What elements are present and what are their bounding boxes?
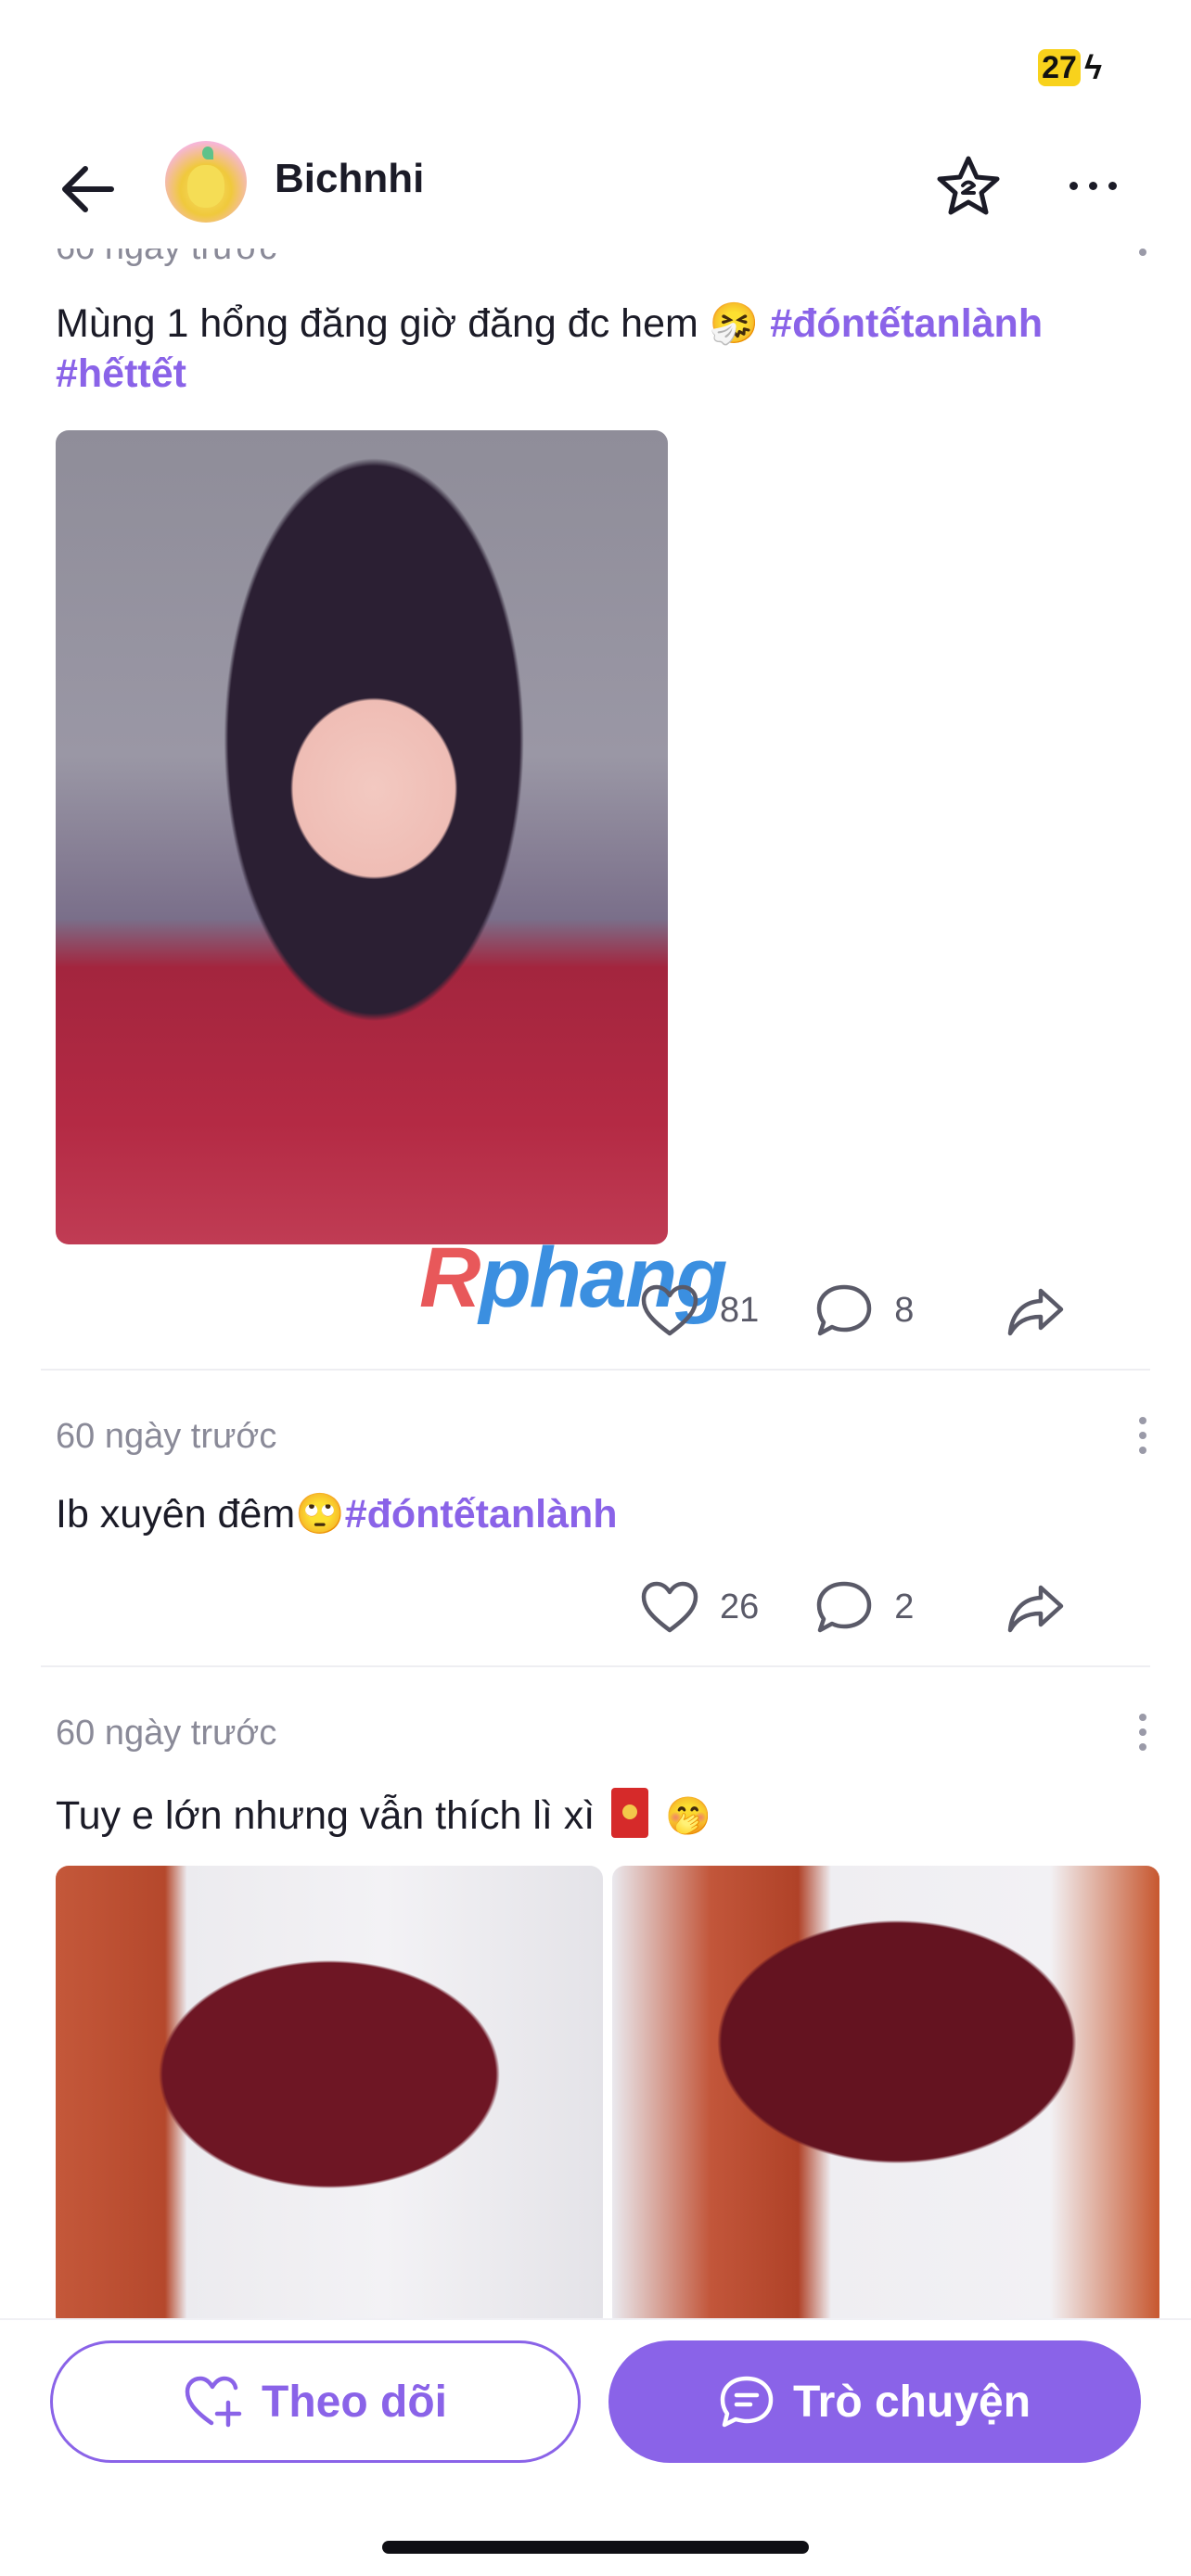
post-time: 60 ngày trước — [56, 1714, 277, 1753]
username[interactable]: Bichnhi — [275, 156, 424, 202]
chat-icon — [720, 2376, 774, 2428]
follow-label: Theo dõi — [262, 2377, 447, 2427]
battery-indicator: 27 ϟ — [1038, 48, 1102, 87]
hashtag[interactable]: #hếttết — [56, 351, 186, 396]
post-actions: 26 2 — [640, 1575, 1067, 1639]
post-text: Tuy e lớn nhưng vẫn thích lì xì 🤭 — [56, 1788, 1141, 1842]
comment-count: 8 — [894, 1290, 915, 1330]
post-actions: 81 8 — [640, 1278, 1067, 1343]
star-icon — [937, 156, 1000, 215]
battery-level: 27 — [1038, 49, 1081, 86]
heart-icon — [641, 1581, 698, 1633]
kebab-dot — [1139, 1714, 1146, 1721]
avatar-face — [187, 165, 224, 208]
post-photo[interactable] — [612, 1866, 1159, 2329]
divider — [41, 1369, 1150, 1371]
share-button[interactable] — [1005, 1582, 1067, 1639]
more-button[interactable] — [1056, 148, 1130, 223]
charging-icon: ϟ — [1083, 48, 1102, 86]
back-button[interactable] — [50, 152, 124, 226]
heart-icon — [641, 1284, 698, 1336]
kebab-dot — [1139, 1447, 1146, 1454]
avatar[interactable] — [165, 141, 247, 223]
post-time: 60 ngày trước — [56, 1417, 277, 1456]
comment-count: 2 — [894, 1587, 915, 1626]
like-count: 81 — [720, 1290, 760, 1330]
post-menu-dot[interactable] — [1139, 249, 1146, 256]
avatar-leaf — [202, 147, 213, 159]
bottom-action-bar: Theo dõi Trò chuyện — [0, 2318, 1191, 2576]
more-icon-dot — [1088, 181, 1097, 190]
watermark-r: R — [419, 1231, 480, 1325]
comment-button[interactable]: 2 — [814, 1579, 914, 1635]
more-icon — [1069, 181, 1078, 190]
hashtag[interactable]: #đóntếtanlành — [770, 301, 1043, 346]
share-button[interactable] — [1005, 1285, 1067, 1342]
emoji: 🤭 — [665, 1795, 711, 1838]
chat-label: Trò chuyện — [792, 2377, 1031, 2427]
hashtag[interactable]: #đóntếtanlành — [345, 1492, 618, 1537]
post-text: Mùng 1 hổng đăng giờ đăng đc hem 🤧 #đónt… — [56, 299, 1141, 399]
like-button[interactable]: 26 — [640, 1580, 759, 1634]
share-icon — [1007, 1288, 1064, 1336]
profile-header: Bichnhi — [0, 130, 1191, 249]
like-count: 26 — [720, 1587, 760, 1626]
divider — [41, 1665, 1150, 1667]
post-caption: Tuy e lớn nhưng vẫn thích lì xì — [56, 1793, 596, 1838]
home-indicator[interactable] — [382, 2541, 809, 2554]
post-menu-button[interactable] — [1133, 1408, 1152, 1463]
kebab-dot — [1139, 1417, 1146, 1424]
more-icon-dot — [1108, 181, 1117, 190]
favorite-button[interactable] — [931, 148, 1005, 223]
post-caption: Mùng 1 hổng đăng giờ đăng đc hem 🤧 — [56, 301, 760, 346]
chat-button[interactable]: Trò chuyện — [608, 2340, 1141, 2463]
post-caption: Ib xuyên đêm🙄 — [56, 1492, 345, 1537]
post-photo[interactable] — [56, 1866, 603, 2329]
post-menu-button[interactable] — [1133, 1704, 1152, 1760]
comment-icon — [817, 1284, 872, 1336]
post-text: Ib xuyên đêm🙄#đóntếtanlành — [56, 1489, 1141, 1539]
comment-button[interactable]: 8 — [814, 1282, 914, 1338]
post-photo[interactable] — [56, 430, 668, 1244]
follow-button[interactable]: Theo dõi — [50, 2340, 581, 2463]
red-envelope-icon — [611, 1788, 649, 1838]
kebab-dot — [1139, 1432, 1146, 1439]
kebab-dot — [1139, 1728, 1146, 1736]
kebab-dot — [1139, 1743, 1146, 1751]
back-arrow-icon — [62, 166, 114, 212]
heart-plus-icon — [185, 2376, 242, 2428]
comment-icon — [817, 1581, 872, 1633]
like-button[interactable]: 81 — [640, 1283, 759, 1337]
share-icon — [1007, 1585, 1064, 1633]
status-bar: 27 ϟ — [0, 0, 1191, 130]
